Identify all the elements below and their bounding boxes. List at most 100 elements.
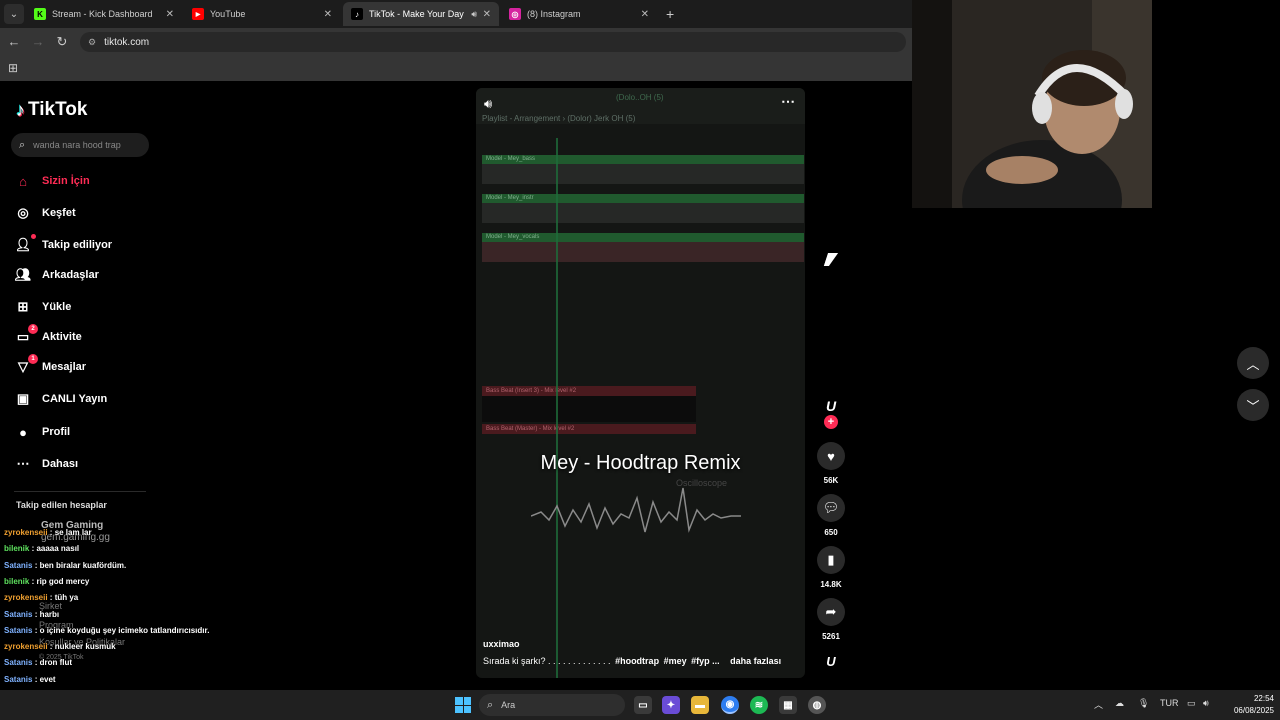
kick-icon: K [34, 8, 46, 20]
chat-message: zyrokenseii : se lam lar [4, 528, 92, 537]
sidebar-item-messages[interactable]: ▽ 1 Mesajlar [14, 354, 154, 378]
tab-instagram[interactable]: ◎ (8) Instagram ✕ [501, 2, 657, 26]
caption-text: Sırada ki şarkı? . . . . . . . . . . . .… [483, 656, 611, 666]
chat-message: Satanis : evet [4, 675, 56, 684]
streamer-image [912, 0, 1152, 208]
notification-dot [31, 234, 36, 239]
url-bar[interactable]: ⚙ tiktok.com [80, 32, 906, 52]
previous-video-button[interactable]: ︿ [1237, 347, 1269, 379]
like-button[interactable]: ♥ [817, 442, 845, 470]
windows-taskbar: ⌕ Ara ▭ ✦ ▬ ◉ ≋ ▦ ◍ ︿ ☁ 🎙︎ TUR ▭ 🔊︎ 22:5… [0, 690, 1280, 720]
heart-icon: ♥ [827, 448, 835, 464]
network-icon[interactable]: ▭ [1187, 698, 1196, 709]
save-count: 14.8K [820, 580, 842, 589]
language-indicator[interactable]: TUR [1160, 698, 1179, 708]
more-options-icon[interactable]: ⋯ [781, 93, 795, 110]
chat-text: rip god mercy [36, 576, 90, 586]
sidebar-item-explore[interactable]: ◎ Keşfet [14, 202, 154, 224]
tab-bar: ⌄ K Stream - Kick Dashboard ✕ ▶ YouTube … [0, 0, 912, 28]
daw-clip-body [482, 396, 696, 422]
apps-grid-icon[interactable]: ⊞ [8, 61, 18, 75]
sidebar-item-label: Mesajlar [42, 361, 87, 373]
chat-message: Satanis : o içine koyduğu şey icimeko ta… [4, 626, 209, 635]
sidebar-item-live[interactable]: ▣ CANLI Yayın [14, 388, 154, 410]
tab-youtube[interactable]: ▶ YouTube ✕ [184, 2, 340, 26]
more-link[interactable]: daha fazlası [730, 656, 781, 666]
copilot-icon[interactable]: ✦ [662, 696, 680, 714]
chat-separator: : [47, 528, 55, 537]
tab-title: (8) Instagram [527, 9, 581, 19]
chat-username[interactable]: Satanis [4, 561, 32, 570]
video-player[interactable]: (Dolo..OH (5) Playlist - Arrangement › (… [476, 88, 805, 678]
chrome-icon[interactable]: ◉ [721, 696, 739, 714]
follow-button[interactable]: + [824, 415, 838, 429]
tab-search-chevron-icon[interactable]: ⌄ [4, 4, 24, 24]
search-placeholder: wanda nara hood trap [33, 140, 121, 150]
volume-icon[interactable]: 🔊︎ [484, 96, 492, 112]
forward-arrow-icon[interactable]: → [30, 34, 46, 49]
chat-username[interactable]: Satanis [4, 610, 32, 619]
track-waveform [482, 203, 804, 223]
taskbar-clock[interactable]: 22:54 06/08/2025 [1226, 693, 1274, 717]
sidebar-item-label: Yükle [42, 301, 72, 313]
sidebar-item-profile[interactable]: ● Profil [14, 421, 154, 443]
volume-icon[interactable]: 🔊︎ [1203, 698, 1209, 709]
store-icon[interactable]: ▦ [779, 696, 797, 714]
chat-username[interactable]: Satanis [4, 675, 32, 684]
sidebar-item-upload[interactable]: ⊞ Yükle [14, 296, 154, 318]
sidebar-item-friends[interactable]: 👥︎ Arkadaşlar [14, 264, 154, 286]
hashtag-link[interactable]: #mey [664, 656, 687, 666]
browser-chrome: ⌄ K Stream - Kick Dashboard ✕ ▶ YouTube … [0, 0, 912, 81]
sidebar-item-activity[interactable]: ▭ 2 Aktivite [14, 324, 154, 348]
sidebar-item-more[interactable]: ⋯ Dahası [14, 453, 154, 475]
chat-username[interactable]: bilenik [4, 544, 29, 553]
chat-username[interactable]: zyrokenseii [4, 593, 48, 602]
video-author[interactable]: uxximao [483, 639, 520, 649]
chat-username[interactable]: bilenik [4, 577, 29, 586]
next-video-button[interactable]: ﹀ [1237, 389, 1269, 421]
chat-text: evet [39, 674, 56, 684]
music-disc-icon[interactable]: U [819, 654, 843, 669]
tray-chevron-icon[interactable]: ︿ [1094, 698, 1103, 711]
speaker-icon[interactable]: 🔊︎ [471, 9, 477, 20]
hashtag-link[interactable]: #hoodtrap [615, 656, 659, 666]
task-view-icon[interactable]: ▭ [634, 696, 652, 714]
site-info-icon[interactable]: ⚙ [88, 37, 96, 48]
tab-tiktok[interactable]: ♪ TikTok - Make Your Day 🔊︎ ✕ [343, 2, 499, 26]
hashtag-link[interactable]: #fyp ... [691, 656, 720, 666]
chat-username[interactable]: Satanis [4, 658, 32, 667]
close-icon[interactable]: ✕ [166, 9, 174, 20]
taskbar-search[interactable]: ⌕ Ara [479, 694, 625, 716]
comment-icon: 💬︎ [822, 500, 840, 515]
compass-icon: ◎ [17, 205, 29, 220]
close-icon[interactable]: ✕ [324, 9, 332, 20]
reload-icon[interactable]: ↻ [54, 34, 70, 50]
start-button-icon[interactable] [455, 697, 471, 713]
clock-date: 06/08/2025 [1233, 706, 1274, 715]
obs-icon[interactable]: ◍ [808, 696, 826, 714]
sidebar-item-for-you[interactable]: ⌂ Sizin İçin [14, 170, 154, 192]
onedrive-icon[interactable]: ☁ [1115, 698, 1124, 709]
activity-badge: 2 [28, 324, 38, 334]
comment-button[interactable]: 💬︎ [817, 494, 845, 522]
chat-username[interactable]: zyrokenseii [4, 642, 48, 651]
search-input[interactable]: ⌕ wanda nara hood trap [11, 133, 149, 157]
chat-username[interactable]: Satanis [4, 626, 32, 635]
save-button[interactable]: ▮ [817, 546, 845, 574]
close-icon[interactable]: ✕ [641, 9, 649, 20]
new-tab-button[interactable]: + [666, 6, 674, 22]
file-explorer-icon[interactable]: ▬ [691, 696, 709, 714]
bookmarks-bar: ⊞ [0, 56, 912, 81]
tab-kick[interactable]: K Stream - Kick Dashboard ✕ [26, 2, 182, 26]
sidebar-item-following[interactable]: 👤︎ Takip ediliyor [14, 234, 154, 256]
microphone-icon[interactable]: 🎙︎ [1138, 698, 1149, 709]
chat-text: nukleer kusmuk [54, 642, 116, 652]
chat-separator: : [32, 560, 40, 570]
back-arrow-icon[interactable]: ← [6, 34, 22, 49]
activity-icon: ▭ 2 [14, 324, 38, 345]
spotify-icon[interactable]: ≋ [750, 696, 768, 714]
tiktok-logo[interactable]: ♪ TikTok [16, 99, 87, 121]
share-button[interactable]: ➦ [817, 598, 845, 626]
chat-username[interactable]: zyrokenseii [4, 528, 48, 537]
close-icon[interactable]: ✕ [483, 9, 491, 20]
